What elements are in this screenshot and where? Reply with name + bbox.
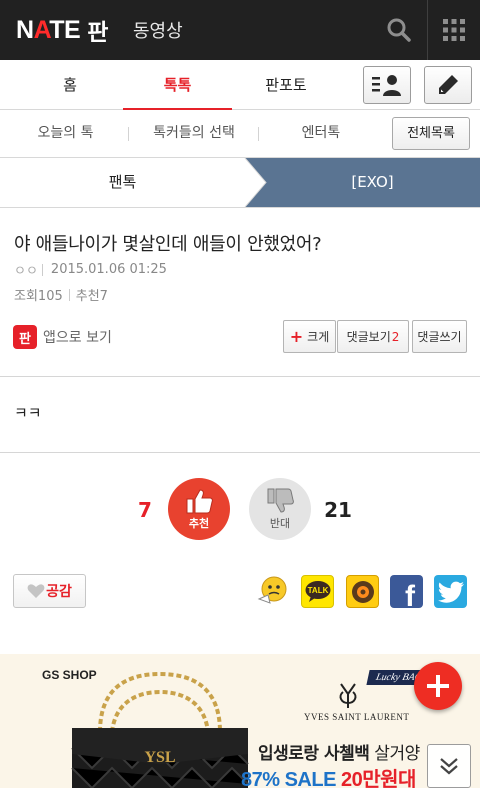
share-facebook-button[interactable]: f	[390, 575, 423, 608]
write-comment-button[interactable]: 댓글쓰기	[412, 320, 467, 353]
pan-logo-text: 판	[87, 20, 109, 46]
empathy-button[interactable]: 공감	[13, 574, 86, 608]
post-author: ㅇㅇ	[14, 264, 38, 279]
share-twitter-button[interactable]	[434, 575, 467, 608]
post-body: ㅋㅋ	[14, 404, 42, 422]
scroll-down-button[interactable]	[427, 744, 471, 788]
post-stats: 조회105 추천7	[14, 285, 108, 304]
thumbs-down-icon	[267, 488, 294, 513]
meta-divider	[41, 263, 43, 276]
heart-icon	[27, 584, 45, 598]
video-link[interactable]: 동영상	[133, 17, 183, 43]
thumbs-up-icon	[186, 488, 213, 513]
plus-icon: +	[289, 327, 304, 346]
subtab-entertainment[interactable]: 엔터톡	[268, 110, 374, 157]
post-recommends: 추천7	[75, 289, 108, 304]
view-comments-label: 댓글보기	[346, 330, 391, 344]
post-title: 야 애들나이가 몇살인데 애들이 안했었어?	[14, 234, 322, 255]
subtab-divider	[128, 127, 129, 141]
oppose-count: 21	[324, 498, 352, 522]
nate-logo-text: NATE	[16, 15, 81, 44]
pencil-icon	[439, 75, 458, 94]
write-comment-label: 댓글쓰기	[417, 330, 462, 344]
share-kakaotalk-button[interactable]: TALK	[301, 575, 334, 608]
view-comments-button[interactable]: 댓글보기 2	[337, 320, 409, 353]
top-bar: NATE 판 동영상	[0, 0, 480, 60]
ad-ysl-text: YVES SAINT LAURENT	[304, 712, 410, 722]
write-button[interactable]	[424, 66, 472, 104]
plus-icon	[427, 675, 449, 697]
profile-list-icon	[372, 75, 401, 96]
recommend-count: 7	[138, 498, 152, 522]
meta-divider	[68, 288, 70, 301]
empathy-label: 공감	[46, 584, 72, 600]
font-bigger-label: 크게	[307, 330, 330, 344]
pan-app-icon: 판	[13, 325, 37, 349]
tab-toktok[interactable]: 톡톡	[123, 60, 232, 111]
post-datetime: 2015.01.06 01:25	[50, 262, 167, 277]
nate-pan-logo[interactable]: NATE 판	[16, 14, 109, 47]
share-emoticon-button[interactable]	[256, 575, 289, 608]
font-bigger-button[interactable]: + 크게	[283, 320, 336, 353]
kakaotalk-icon: TALK	[305, 580, 330, 602]
content-divider	[0, 452, 480, 453]
content-divider	[0, 376, 480, 377]
comments-count: 2	[391, 329, 400, 344]
my-profile-button[interactable]	[363, 66, 411, 104]
subtab-tokker-choice[interactable]: 톡커들의 선택	[140, 110, 248, 157]
open-in-app-link[interactable]: 판 앱으로 보기	[13, 323, 112, 351]
oppose-label: 반대	[269, 516, 291, 530]
recommend-button[interactable]: 추천	[168, 478, 230, 540]
ad-banner[interactable]: GS SHOP Lucky BAG YSL YVES SAINT LAURENT…	[0, 654, 480, 788]
apps-menu-button[interactable]	[427, 0, 480, 60]
post-meta: ㅇㅇ 2015.01.06 01:25	[14, 260, 167, 279]
ysl-logo-icon	[339, 683, 357, 708]
ad-sale-text: 87% SALE 20만원대	[241, 769, 416, 788]
kakaostory-icon	[351, 580, 374, 603]
recommend-label: 추천	[188, 516, 210, 530]
breadcrumb-parent[interactable]: 팬톡	[0, 158, 245, 207]
svg-text:YSL: YSL	[144, 749, 175, 766]
oppose-button[interactable]: 반대	[249, 478, 311, 540]
tab-home[interactable]: 홈	[15, 60, 125, 110]
all-list-button[interactable]: 전체목록	[392, 117, 470, 150]
handbag-image: YSL	[71, 671, 249, 788]
search-icon	[387, 18, 411, 42]
svg-text:TALK: TALK	[307, 586, 328, 595]
facebook-icon: f	[405, 580, 416, 608]
open-in-app-label: 앱으로 보기	[43, 330, 112, 346]
subtab-divider	[258, 127, 259, 141]
search-button[interactable]	[372, 0, 426, 60]
apps-grid-icon	[443, 19, 465, 41]
ad-headline: 입생로랑 사첼백 살거양	[258, 744, 420, 764]
floating-add-button[interactable]	[414, 662, 462, 710]
post-views: 조회105	[14, 289, 63, 304]
breadcrumb-current: [EXO]	[351, 173, 394, 191]
subtab-today[interactable]: 오늘의 톡	[14, 110, 117, 157]
emoticon-share-icon	[257, 576, 287, 604]
breadcrumb: 팬톡 [EXO]	[0, 158, 480, 208]
double-chevron-down-icon	[440, 758, 458, 775]
svg-text:f: f	[405, 580, 416, 608]
twitter-icon	[437, 581, 464, 603]
tab-panphoto[interactable]: 판포토	[232, 60, 340, 110]
share-kakaostory-button[interactable]	[346, 575, 379, 608]
